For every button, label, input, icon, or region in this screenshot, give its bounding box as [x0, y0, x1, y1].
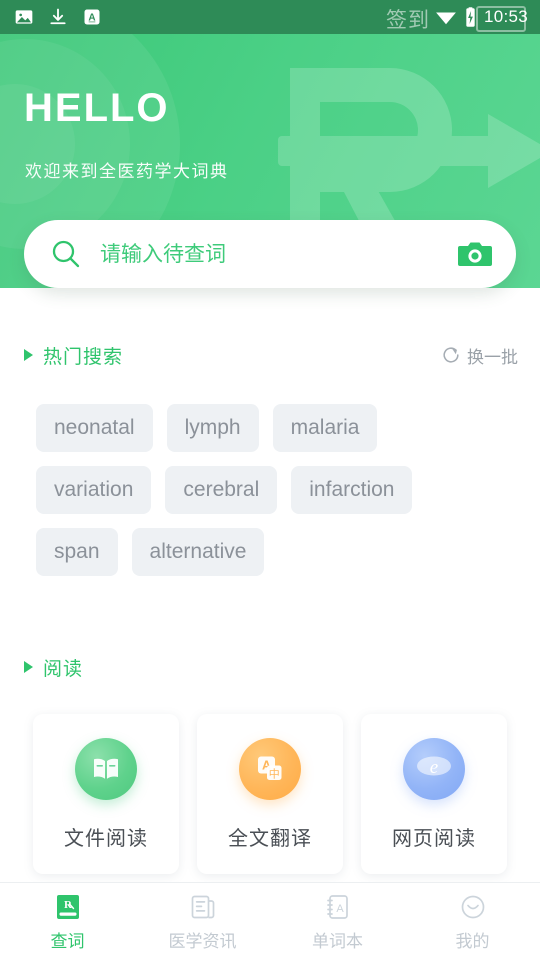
hot-search-tag[interactable]: lymph [166, 404, 259, 452]
hot-search-tag[interactable]: variation [36, 466, 152, 514]
hot-search-section-header: 热门搜索 换一批 [0, 340, 540, 370]
battery-charging-icon [466, 6, 475, 27]
triangle-bullet-icon [24, 349, 33, 361]
download-icon [50, 8, 66, 25]
wifi-icon [436, 12, 456, 25]
rx-book-icon: R [56, 894, 79, 919]
hot-search-title: 热门搜索 [43, 345, 124, 368]
hot-search-tag[interactable]: malaria [272, 404, 378, 452]
open-book-icon [75, 737, 137, 800]
card-label: 网页阅读 [392, 825, 476, 850]
reading-title: 阅读 [43, 657, 84, 680]
status-bar: A 10:53 [0, 0, 540, 34]
card-full-text-translation[interactable]: A 中 全文翻译 [197, 714, 343, 874]
svg-text:A: A [336, 903, 344, 915]
page-title: HELLO [24, 86, 170, 130]
nav-item-wordbook[interactable]: A 单词本 [270, 883, 405, 960]
signin-overlay-box [476, 6, 526, 32]
translate-icon: A 中 [239, 737, 301, 800]
wordbook-icon: A [326, 894, 348, 919]
nav-label: 我的 [455, 931, 490, 952]
card-label: 全文翻译 [228, 825, 312, 850]
hot-search-tag[interactable]: neonatal [36, 404, 153, 452]
reading-card-list: 文件阅读 A 中 全文翻译 e 网页阅读 [33, 714, 507, 874]
triangle-bullet-icon [24, 661, 33, 673]
page-subtitle: 欢迎来到全医药学大词典 [25, 162, 229, 182]
camera-icon[interactable] [458, 239, 492, 269]
profile-smiley-icon [461, 895, 484, 918]
nav-item-lookup[interactable]: R 查词 [0, 883, 135, 960]
nav-item-profile[interactable]: 我的 [405, 883, 540, 960]
app-a-icon: A [84, 9, 100, 25]
nav-label: 查词 [50, 931, 85, 952]
hot-search-tag[interactable]: span [36, 528, 118, 576]
refresh-label: 换一批 [467, 347, 518, 368]
card-file-reading[interactable]: 文件阅读 [33, 714, 179, 874]
search-icon[interactable] [50, 238, 82, 270]
browser-e-icon: e [403, 737, 465, 800]
hot-search-tag[interactable]: infarction [291, 466, 413, 514]
search-bar[interactable] [24, 220, 516, 288]
news-icon [191, 895, 214, 918]
status-bar-left-icons: A [0, 7, 102, 27]
nav-item-medical-news[interactable]: 医学资讯 [135, 883, 270, 960]
hot-search-tag[interactable]: cerebral [165, 466, 278, 514]
bottom-navigation: R 查词 医学资讯 A 单词本 我的 [0, 882, 540, 960]
reading-section-header: 阅读 [0, 652, 540, 682]
nav-label: 单词本 [312, 931, 363, 952]
image-icon [15, 10, 33, 24]
nav-label: 医学资讯 [168, 931, 237, 952]
svg-text:e: e [430, 757, 438, 778]
hot-search-tag-list: neonatal lymph malaria variation cerebra… [36, 404, 496, 576]
svg-text:中: 中 [269, 767, 280, 780]
search-input[interactable] [100, 242, 458, 266]
refresh-hot-search-button[interactable]: 换一批 [441, 343, 518, 368]
card-web-reading[interactable]: e 网页阅读 [361, 714, 507, 874]
hot-search-tag[interactable]: alternative [131, 528, 265, 576]
card-label: 文件阅读 [64, 825, 148, 850]
refresh-icon[interactable] [441, 345, 461, 365]
svg-text:R: R [64, 899, 73, 911]
